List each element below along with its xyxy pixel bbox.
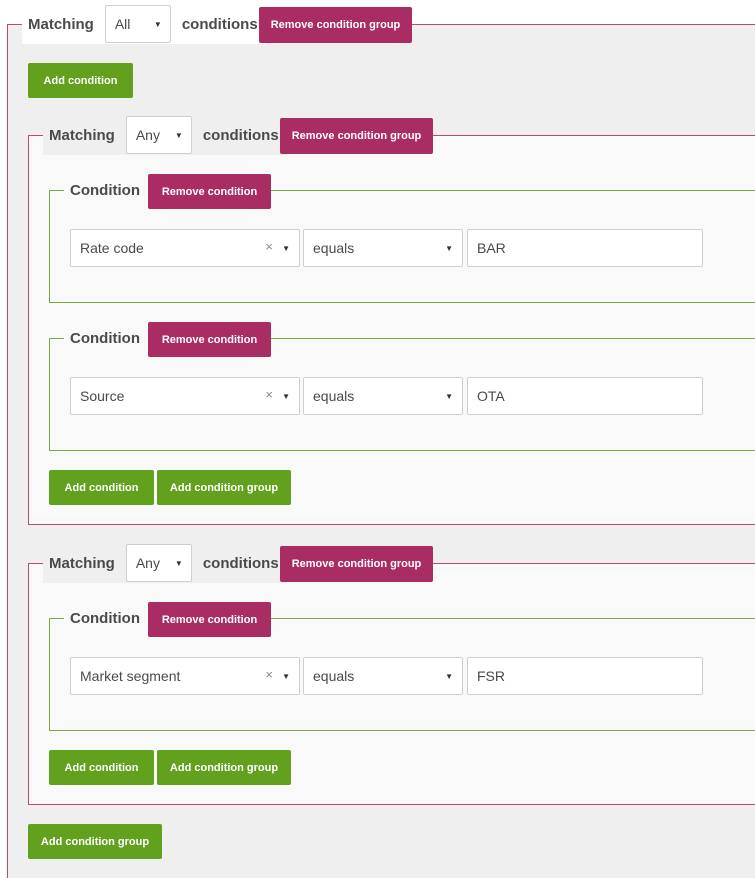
condition-legend: Condition	[64, 318, 148, 358]
condition-legend: Condition	[64, 598, 148, 638]
value-input[interactable]: BAR	[467, 229, 703, 267]
group-legend: Matching Any ▼ conditions	[43, 543, 287, 583]
conditions-label: conditions	[202, 554, 279, 572]
matching-label: Matching	[49, 126, 115, 144]
add-condition-button[interactable]: Add condition	[28, 63, 133, 98]
matching-label: Matching	[49, 554, 115, 572]
conditions-label: conditions	[202, 126, 279, 144]
chevron-down-icon: ▼	[174, 130, 183, 140]
operator-select[interactable]: equals ▼	[303, 229, 463, 267]
root-group-legend: Matching All ▼ conditions	[22, 4, 266, 44]
chevron-down-icon: ▼	[445, 244, 453, 253]
group-match-select[interactable]: Any ▼	[125, 544, 192, 582]
chevron-down-icon: ▼	[445, 392, 453, 401]
condition-label: Condition	[70, 329, 140, 347]
chevron-down-icon: ▼	[153, 19, 162, 29]
chevron-down-icon: ▼	[282, 392, 290, 401]
clear-icon[interactable]: ×	[265, 239, 273, 254]
remove-condition-group-button[interactable]: Remove condition group	[280, 118, 433, 154]
remove-condition-button[interactable]: Remove condition	[148, 174, 271, 209]
chevron-down-icon: ▼	[282, 244, 290, 253]
add-condition-button[interactable]: Add condition	[49, 750, 154, 785]
operator-select[interactable]: equals ▼	[303, 377, 463, 415]
add-condition-group-button[interactable]: Add condition group	[157, 750, 291, 785]
field-select[interactable]: Market segment × ▼	[70, 657, 300, 695]
conditions-label: conditions	[181, 15, 258, 33]
condition-legend: Condition	[64, 170, 148, 210]
remove-condition-button[interactable]: Remove condition	[148, 322, 271, 357]
group-legend: Matching Any ▼ conditions	[43, 115, 287, 155]
remove-condition-group-button[interactable]: Remove condition group	[280, 546, 433, 582]
root-match-select[interactable]: All ▼	[104, 5, 171, 43]
remove-condition-group-button[interactable]: Remove condition group	[259, 7, 412, 43]
value-input[interactable]: OTA	[467, 377, 703, 415]
add-condition-group-button[interactable]: Add condition group	[157, 470, 291, 505]
field-select[interactable]: Rate code × ▼	[70, 229, 300, 267]
add-condition-button[interactable]: Add condition	[49, 470, 154, 505]
clear-icon[interactable]: ×	[265, 667, 273, 682]
add-condition-group-button[interactable]: Add condition group	[28, 824, 162, 859]
value-input[interactable]: FSR	[467, 657, 703, 695]
group-match-select[interactable]: Any ▼	[125, 116, 192, 154]
operator-select[interactable]: equals ▼	[303, 657, 463, 695]
condition-label: Condition	[70, 609, 140, 627]
condition-label: Condition	[70, 181, 140, 199]
clear-icon[interactable]: ×	[265, 387, 273, 402]
remove-condition-button[interactable]: Remove condition	[148, 602, 271, 637]
field-select[interactable]: Source × ▼	[70, 377, 300, 415]
chevron-down-icon: ▼	[174, 558, 183, 568]
chevron-down-icon: ▼	[445, 672, 453, 681]
matching-label: Matching	[28, 15, 94, 33]
chevron-down-icon: ▼	[282, 672, 290, 681]
